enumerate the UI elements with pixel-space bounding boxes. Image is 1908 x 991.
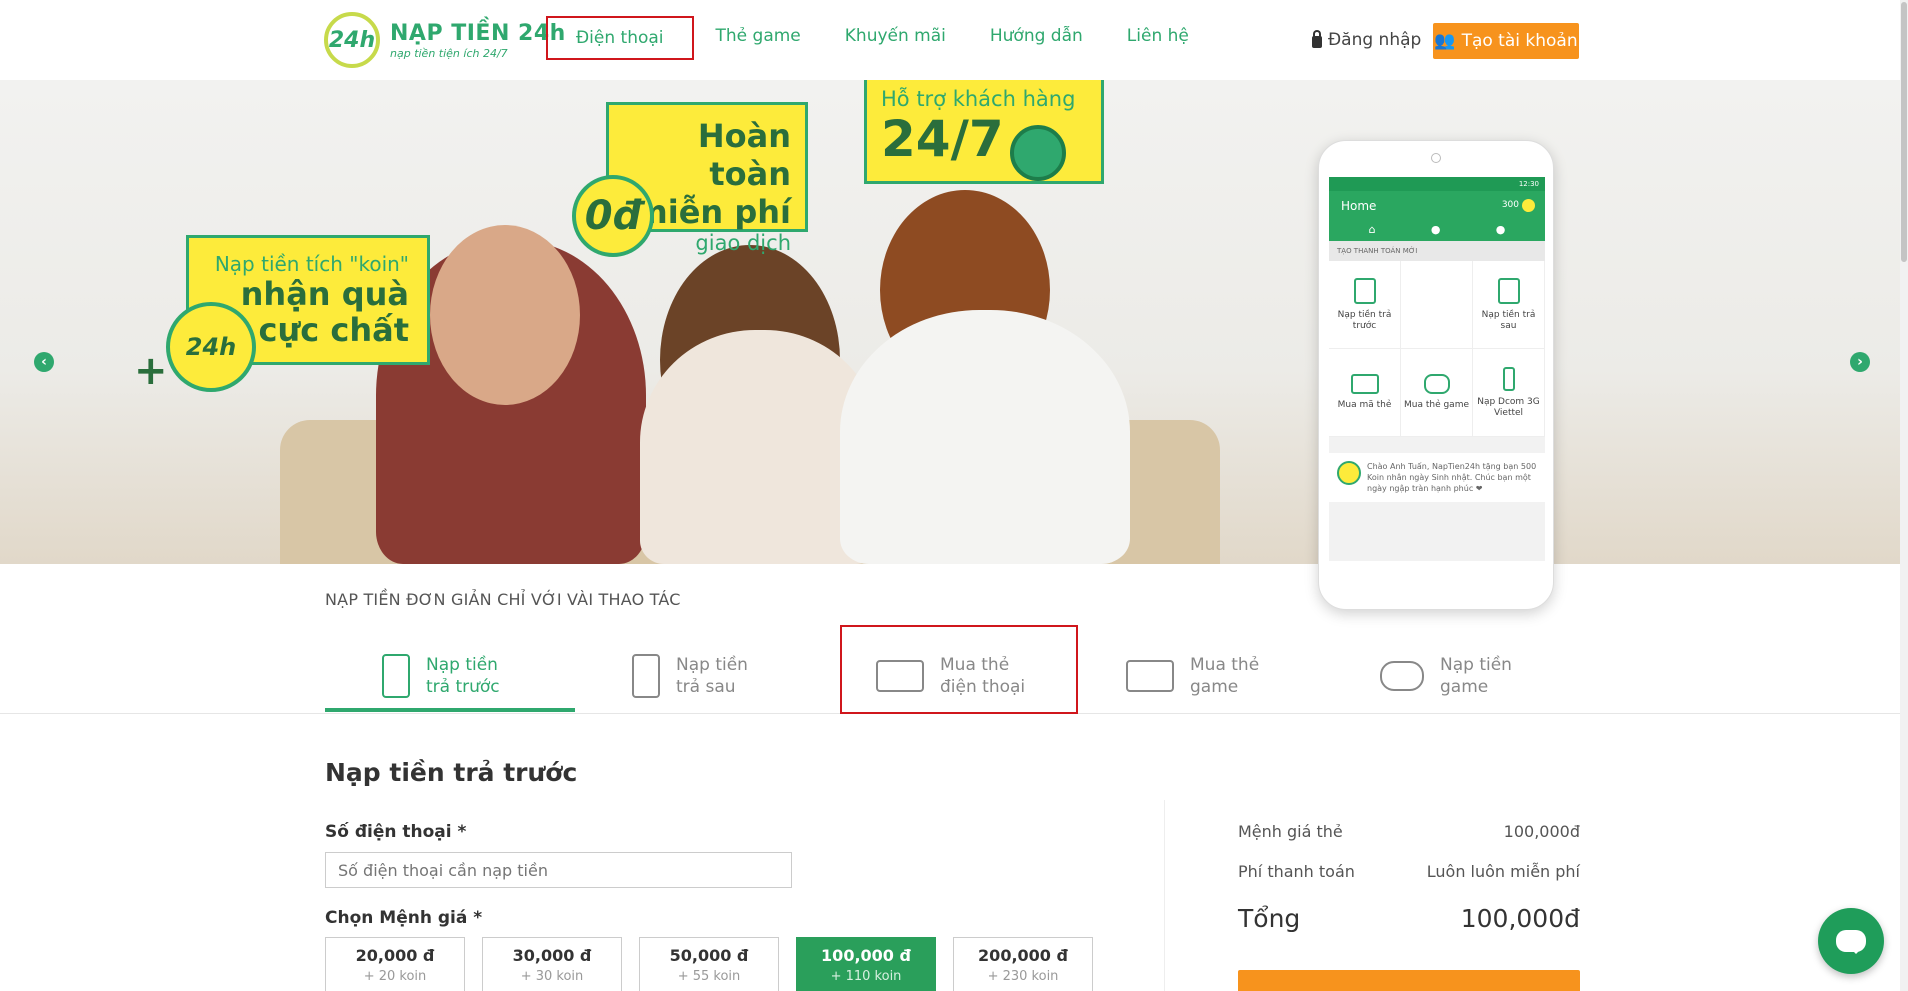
promo-free-line1: Hoàn toàn: [697, 117, 791, 193]
app-phone-mockup: 12:30 Home 300 ⌂ ● ● TẠO THANH TOÁN MỚI …: [1318, 140, 1554, 610]
mobile-icon: [1353, 277, 1376, 304]
card-icon: [1350, 374, 1379, 394]
plus-icon: +: [134, 348, 168, 394]
phone-app-bar: Home 300 ⌂ ● ●: [1329, 191, 1545, 241]
carousel-prev-icon[interactable]: ‹: [34, 352, 54, 372]
steps-heading: NẠP TIỀN ĐƠN GIẢN CHỈ VỚI VÀI THAO TÁC: [325, 590, 681, 609]
amount-option-20000[interactable]: 20,000 đ + 20 koin: [325, 937, 465, 991]
login-link[interactable]: Đăng nhập: [1312, 29, 1422, 50]
live-chat-button[interactable]: [1818, 908, 1884, 974]
signup-button[interactable]: 👥 Tạo tài khoản: [1433, 23, 1579, 59]
phone-message: Chào Anh Tuấn, NapTien24h tặng bạn 500 K…: [1329, 453, 1545, 502]
phone-tile: Mua thẻ game: [1401, 349, 1473, 437]
phone-section-title: TẠO THANH TOÁN MỚI: [1329, 241, 1545, 261]
promo-support-small: Hỗ trợ khách hàng: [881, 87, 1076, 111]
amount-field-label: Chọn Mệnh giá *: [325, 908, 483, 928]
usb-dongle-icon: [1502, 366, 1515, 391]
summary-divider: [1164, 800, 1165, 991]
form-title: Nạp tiền trả trước: [325, 758, 578, 787]
user-icon: ●: [1495, 223, 1506, 236]
step-nap-tien-tra-sau[interactable]: Nạp tiền trả sau: [632, 640, 748, 712]
logo-subtitle: nạp tiền tiện ích 24/7: [390, 46, 508, 60]
nav-khuyen-mai[interactable]: Khuyến mãi: [823, 16, 968, 60]
mobile-dollar-icon: [382, 654, 410, 698]
phone-tile-grid: Nạp tiền trả trước Nạp tiền trả sau Mua …: [1329, 261, 1545, 437]
phone-tile: [1401, 261, 1473, 349]
step-mua-the-game[interactable]: Mua thẻ game: [1126, 640, 1259, 712]
summary-total-row: Tổng 100,000đ: [1238, 904, 1580, 933]
active-step-indicator: [325, 708, 575, 712]
koin-badge: 24h: [166, 302, 256, 392]
koin-coin-icon: [1522, 199, 1535, 212]
banner-person-1-head: [430, 225, 580, 405]
home-icon: ⌂: [1368, 223, 1376, 236]
phone-tile: Mua mã thẻ: [1329, 349, 1401, 437]
promo-bubble-support: Hỗ trợ khách hàng 24/7: [864, 80, 1104, 184]
koin-coin-icon: [1337, 461, 1361, 485]
nav-dien-thoai[interactable]: Điện thoại: [546, 16, 694, 60]
nav-the-game[interactable]: Thẻ game: [694, 16, 823, 60]
phone-message-text: Chào Anh Tuấn, NapTien24h tặng bạn 500 K…: [1367, 462, 1537, 493]
amount-option-200000[interactable]: 200,000 đ + 230 koin: [953, 937, 1093, 991]
amount-option-30000[interactable]: 30,000 đ + 30 koin: [482, 937, 622, 991]
hero-banner: Nạp tiền tích "koin" nhận quà cực chất 2…: [0, 80, 1908, 564]
zero-fee-badge: 0đ: [572, 175, 654, 257]
phone-koin-count: 300: [1501, 200, 1519, 210]
nav-huong-dan[interactable]: Hướng dẫn: [968, 16, 1105, 60]
banner-person-3: [840, 310, 1130, 564]
promo-koin-line1: nhận quà: [240, 275, 409, 313]
step-highlight-box: [840, 625, 1078, 714]
promo-koin-small: Nạp tiền tích "koin": [214, 252, 409, 276]
lock-icon: [1312, 29, 1322, 48]
amount-option-100000[interactable]: 100,000 đ + 110 koin: [796, 937, 936, 991]
gamepad-icon: [1423, 374, 1450, 394]
logo-mark: 24h: [324, 12, 380, 68]
gamepad-icon: [1380, 661, 1424, 691]
signup-label: Tạo tài khoản: [1461, 31, 1578, 51]
phone-field-label: Số điện thoại *: [325, 822, 467, 842]
chat-icon: ●: [1430, 223, 1441, 236]
game-card-icon: [1126, 660, 1174, 692]
phone-number-input[interactable]: [325, 852, 792, 888]
phone-camera-icon: [1431, 153, 1441, 163]
mobile-clock-icon: [1497, 277, 1520, 304]
step-nap-tien-game[interactable]: Nạp tiền game: [1380, 640, 1512, 712]
site-header: 24h NẠP TIỀN 24h nạp tiền tiện ích 24/7 …: [0, 0, 1908, 80]
mobile-clock-icon: [632, 654, 660, 698]
headset-icon: [1010, 125, 1066, 181]
phone-tile: Nạp tiền trả trước: [1329, 261, 1401, 349]
phone-screen: 12:30 Home 300 ⌂ ● ● TẠO THANH TOÁN MỚI …: [1329, 177, 1545, 561]
phone-status-bar: 12:30: [1329, 177, 1545, 191]
phone-tile: Nạp Dcom 3G Viettel: [1473, 349, 1545, 437]
pay-button[interactable]: [1238, 970, 1580, 991]
summary-face-value-row: Mệnh giá thẻ 100,000đ: [1238, 822, 1580, 841]
chat-icon: [1836, 930, 1866, 954]
nav-lien-he[interactable]: Liên hệ: [1105, 16, 1211, 60]
scrollbar-thumb[interactable]: [1901, 2, 1907, 262]
phone-tile: Nạp tiền trả sau: [1473, 261, 1545, 349]
site-logo[interactable]: 24h NẠP TIỀN 24h nạp tiền tiện ích 24/7: [324, 12, 566, 68]
summary-fee-row: Phí thanh toán Luôn luôn miễn phí: [1238, 862, 1580, 881]
amount-option-50000[interactable]: 50,000 đ + 55 koin: [639, 937, 779, 991]
logo-title: NẠP TIỀN 24h: [390, 20, 566, 46]
add-user-icon: 👥: [1434, 31, 1456, 51]
carousel-next-icon[interactable]: ›: [1850, 352, 1870, 372]
main-nav: Điện thoại Thẻ game Khuyến mãi Hướng dẫn…: [546, 16, 1211, 60]
login-label: Đăng nhập: [1328, 30, 1422, 50]
step-nap-tien-tra-truoc[interactable]: Nạp tiền trả trước: [382, 640, 500, 712]
